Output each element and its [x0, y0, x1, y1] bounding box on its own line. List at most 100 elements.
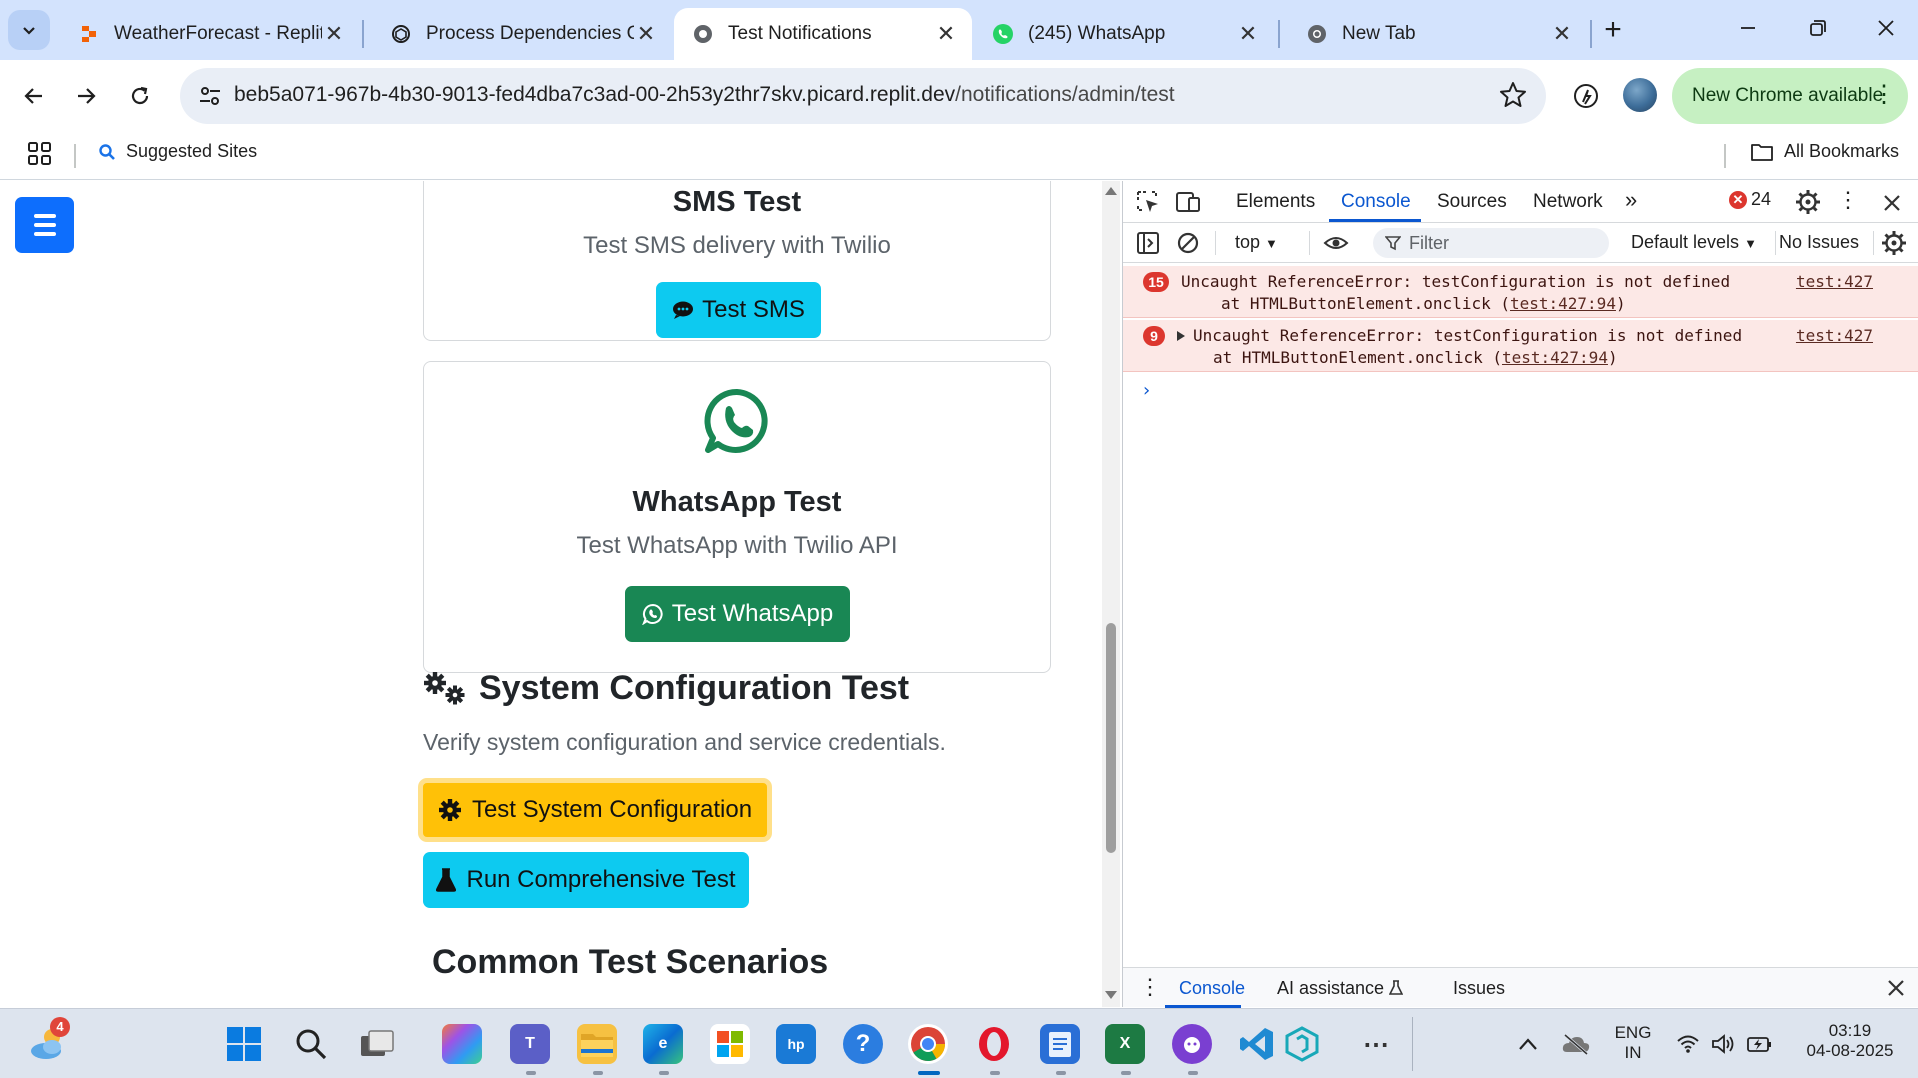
console-filter-bar: top ▼ Filter Default levels ▼ No Issues [1123, 223, 1918, 263]
console-error-message[interactable]: 9 Uncaught ReferenceError: testConfigura… [1123, 320, 1918, 372]
microsoft-store-icon[interactable] [710, 1024, 750, 1064]
scroll-down-arrow[interactable] [1105, 991, 1117, 999]
forward-button[interactable] [66, 76, 106, 116]
reload-button[interactable] [120, 76, 160, 116]
teams-icon[interactable]: T [510, 1024, 550, 1064]
close-icon[interactable]: ✕ [934, 21, 958, 47]
notepad-icon[interactable] [1040, 1024, 1080, 1064]
dev-app-icon[interactable] [1282, 1024, 1322, 1064]
stack-link[interactable]: test:427:94 [1502, 348, 1608, 367]
console-prompt[interactable]: › [1141, 380, 1152, 401]
button-label: Run Comprehensive Test [466, 866, 736, 893]
drawer-tab-console[interactable]: Console [1179, 978, 1245, 999]
tab-whatsapp[interactable]: (245) WhatsApp ✕ [974, 8, 1274, 60]
more-vertical-icon[interactable]: ⋮ [1872, 81, 1896, 109]
devtools-tab-sources[interactable]: Sources [1437, 191, 1507, 213]
drawer-tab-ai-assistance[interactable]: AI assistance [1277, 978, 1404, 999]
apps-grid-icon[interactable] [26, 140, 54, 168]
excel-icon[interactable]: X [1105, 1024, 1145, 1064]
console-settings-gear-icon[interactable] [1881, 230, 1907, 256]
language-indicator[interactable]: ENG IN [1610, 1023, 1656, 1063]
profile-avatar[interactable] [1623, 78, 1657, 112]
drawer-tab-issues[interactable]: Issues [1453, 978, 1505, 999]
tab-process-dependencies[interactable]: Process Dependencies O ✕ [372, 8, 672, 60]
sidebar-toggle-button[interactable] [15, 197, 74, 253]
error-counter[interactable]: ✕ 24 [1729, 189, 1771, 210]
source-link[interactable]: test:427 [1796, 272, 1873, 291]
search-icon[interactable] [291, 1024, 331, 1064]
scroll-thumb[interactable] [1106, 623, 1116, 853]
more-apps-ellipsis-icon[interactable]: ⋯ [1356, 1024, 1396, 1064]
test-sms-button[interactable]: Test SMS [656, 282, 821, 338]
console-filter-input[interactable]: Filter [1373, 228, 1609, 258]
start-menu-windows-icon[interactable] [224, 1024, 264, 1064]
device-toolbar-icon[interactable] [1175, 189, 1201, 215]
button-label: Test WhatsApp [671, 600, 834, 627]
clock[interactable]: 03:19 04-08-2025 [1790, 1021, 1910, 1061]
onedrive-offline-icon[interactable] [1556, 1024, 1596, 1064]
more-tabs-chevron-icon[interactable]: » [1625, 187, 1637, 213]
opera-icon[interactable] [974, 1024, 1014, 1064]
menu-icon-bar [33, 214, 56, 218]
url-text[interactable]: beb5a071-967b-4b30-9013-fed4dba7c3ad-00-… [234, 83, 1175, 107]
chrome-update-button[interactable]: New Chrome available ⋮ [1672, 68, 1908, 124]
tab-new-tab[interactable]: New Tab ✕ [1288, 8, 1588, 60]
source-link[interactable]: test:427 [1796, 326, 1873, 345]
stack-link[interactable]: test:427:94 [1510, 294, 1616, 313]
tab-search-button[interactable] [8, 10, 50, 50]
drawer-menu-icon[interactable]: ⋮ [1139, 974, 1161, 1000]
battery-charging-icon[interactable] [1740, 1024, 1780, 1064]
address-bar[interactable]: beb5a071-967b-4b30-9013-fed4dba7c3ad-00-… [180, 68, 1546, 124]
restore-button[interactable] [1788, 12, 1848, 48]
task-view-icon[interactable] [357, 1024, 397, 1064]
file-explorer-icon[interactable] [577, 1024, 617, 1064]
bookmark-star-icon[interactable] [1498, 80, 1528, 110]
close-icon[interactable]: ✕ [634, 21, 658, 47]
site-settings-icon[interactable] [196, 82, 224, 110]
performance-icon[interactable] [1570, 80, 1602, 112]
settings-gear-icon[interactable] [1795, 189, 1821, 215]
chrome-taskbar-icon[interactable] [908, 1024, 948, 1064]
minimize-button[interactable] [1718, 12, 1778, 48]
bookmark-suggested-sites[interactable]: Suggested Sites [98, 141, 257, 162]
vscode-icon[interactable] [1237, 1024, 1277, 1064]
clear-console-icon[interactable] [1175, 230, 1201, 256]
devtools-tab-console[interactable]: Console [1341, 191, 1411, 213]
scroll-up-arrow[interactable] [1105, 187, 1117, 195]
close-icon[interactable]: ✕ [1236, 21, 1260, 47]
tab-test-notifications[interactable]: Test Notifications ✕ [674, 8, 972, 60]
volume-icon[interactable] [1704, 1024, 1744, 1064]
github-desktop-icon[interactable] [1172, 1024, 1212, 1064]
back-button[interactable] [14, 76, 54, 116]
edge-icon[interactable]: e [643, 1024, 683, 1064]
sidebar-toggle-icon[interactable] [1135, 230, 1161, 256]
console-output[interactable]: 15 Uncaught ReferenceError: testConfigur… [1123, 264, 1918, 961]
issues-counter[interactable]: No Issues [1779, 232, 1859, 253]
eye-icon[interactable] [1323, 230, 1349, 256]
tab-weatherforecast[interactable]: WeatherForecast - Replit ✕ [60, 8, 360, 60]
test-whatsapp-button[interactable]: Test WhatsApp [625, 586, 850, 642]
close-icon[interactable]: ✕ [1550, 21, 1574, 47]
all-bookmarks-button[interactable]: All Bookmarks [1750, 141, 1899, 162]
test-system-configuration-button[interactable]: Test System Configuration [418, 778, 772, 842]
close-window-button[interactable] [1856, 12, 1916, 48]
devtools-tab-elements[interactable]: Elements [1236, 191, 1315, 213]
log-levels-dropdown[interactable]: Default levels ▼ [1631, 232, 1757, 253]
expand-triangle-icon[interactable] [1177, 331, 1185, 341]
close-devtools-icon[interactable] [1879, 190, 1905, 216]
context-selector[interactable]: top ▼ [1235, 232, 1278, 253]
page-scrollbar[interactable] [1102, 181, 1120, 1007]
console-error-message[interactable]: 15 Uncaught ReferenceError: testConfigur… [1123, 266, 1918, 318]
run-comprehensive-test-button[interactable]: Run Comprehensive Test [423, 852, 749, 908]
more-vertical-icon[interactable]: ⋮ [1837, 187, 1859, 213]
close-icon[interactable]: ✕ [322, 21, 346, 47]
get-help-icon[interactable]: ? [843, 1024, 883, 1064]
inspect-element-icon[interactable] [1135, 189, 1161, 215]
wifi-icon[interactable] [1668, 1024, 1708, 1064]
close-drawer-icon[interactable] [1883, 975, 1909, 1001]
myhp-icon[interactable]: hp [776, 1024, 816, 1064]
copilot-icon[interactable] [442, 1024, 482, 1064]
devtools-tab-network[interactable]: Network [1533, 191, 1603, 213]
new-tab-button[interactable]: + [1596, 14, 1630, 48]
show-hidden-icons-chevron-icon[interactable] [1508, 1024, 1548, 1064]
